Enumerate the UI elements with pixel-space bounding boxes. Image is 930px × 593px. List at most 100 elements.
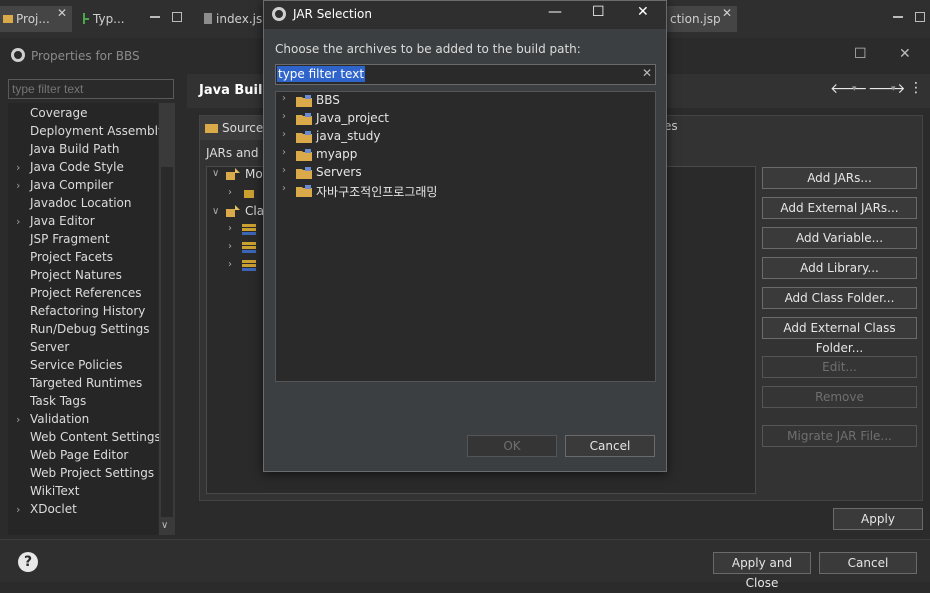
tree-item[interactable]: Task Tags [30,394,86,408]
chevron-right-icon[interactable]: › [282,129,286,140]
archive-label: BBS [316,93,340,107]
close-icon[interactable]: ✕ [57,6,67,20]
chevron-right-icon[interactable]: › [16,179,20,192]
minimize-icon[interactable] [150,12,160,22]
add-external-jars-button[interactable]: Add External JARs... [762,197,917,219]
minimize-icon[interactable] [893,12,903,22]
remove-button[interactable]: Remove [762,386,917,408]
project-folder-icon [296,185,312,197]
chevron-down-icon[interactable]: ▾ [891,84,896,94]
dialog-title: JAR Selection [293,7,372,21]
tree-item[interactable]: Coverage [30,106,88,120]
tree-item[interactable]: Web Page Editor [30,448,128,462]
apply-and-close-button[interactable]: Apply and Close [713,552,811,590]
library-icon [242,224,256,235]
window-title: Properties for BBS [31,49,140,63]
tree-item[interactable]: Project Facets [30,250,113,264]
apply-button[interactable]: Apply [833,508,923,530]
tab-index-jsp[interactable]: index.jsp [200,6,263,32]
tree-item[interactable]: Javadoc Location [30,196,131,210]
edit-button[interactable]: Edit... [762,356,917,378]
tab-type-hierarchy[interactable]: Typ... [77,6,137,32]
cancel-button[interactable]: Cancel [819,552,917,574]
tree-item[interactable]: WikiText [30,484,80,498]
folder-icon [3,15,13,23]
tree-item[interactable]: Server [30,340,69,354]
back-icon[interactable]: 🡐 [830,80,868,97]
help-icon[interactable]: ? [18,552,38,572]
jar-icon [244,190,254,198]
tree-item[interactable]: Run/Debug Settings [30,322,150,336]
chevron-down-icon[interactable]: ∨ [212,168,219,179]
tree-item[interactable]: Project References [30,286,142,300]
clear-icon[interactable]: ✕ [642,66,652,80]
folder-icon [205,124,218,133]
tree-item[interactable]: Java Editor [30,214,95,228]
add-external-class-folder-button[interactable]: Add External Class Folder... [762,317,917,355]
maximize-icon[interactable]: ☐ [592,4,605,20]
classpath-label: Cla [245,204,265,218]
chevron-right-icon[interactable]: › [228,187,232,198]
migrate-jar-button[interactable]: Migrate JAR File... [762,425,917,447]
chevron-right-icon[interactable]: › [282,165,286,176]
chevron-right-icon[interactable]: › [282,147,286,158]
close-icon[interactable]: ✕ [722,6,732,20]
archive-label: Java_project [316,111,389,125]
ok-button[interactable]: OK [467,435,557,457]
tree-item[interactable]: Web Content Settings [30,430,161,444]
chevron-down-icon[interactable]: ∨ [212,206,219,217]
tab-label: Typ... [93,12,125,26]
menu-icon[interactable]: ⋮ [909,80,923,96]
add-class-folder-button[interactable]: Add Class Folder... [762,287,917,309]
maximize-icon[interactable] [915,12,925,22]
project-folder-icon [296,131,312,143]
chevron-right-icon[interactable]: › [16,503,20,516]
project-folder-icon [296,167,312,179]
tree-item[interactable]: Project Natures [30,268,122,282]
tree-item[interactable]: Targeted Runtimes [30,376,142,390]
chevron-right-icon[interactable]: › [16,413,20,426]
tree-item[interactable]: Java Compiler [30,178,113,192]
chevron-right-icon[interactable]: › [282,111,286,122]
forward-icon[interactable]: 🡒 [868,80,906,97]
maximize-icon[interactable] [172,12,182,22]
chevron-right-icon[interactable]: › [282,93,286,104]
tree-item[interactable]: Java Build Path [30,142,119,156]
maximize-icon[interactable]: ☐ [854,46,867,62]
close-icon[interactable]: ✕ [899,46,911,62]
modulepath-label: Mo [245,167,263,181]
minimize-icon[interactable]: — [548,4,562,20]
tree-item[interactable]: Deployment Assembly [30,124,165,138]
chevron-right-icon[interactable]: › [16,215,20,228]
archive-label: 자바구조적인프로그래밍 [316,185,438,199]
add-library-button[interactable]: Add Library... [762,257,917,279]
gear-icon [272,7,286,21]
library-icon [242,260,256,271]
classpath-icon [226,205,240,217]
tree-item[interactable]: XDoclet [30,502,77,516]
project-folder-icon [296,95,312,107]
chevron-right-icon[interactable]: › [228,259,232,270]
add-jars-button[interactable]: Add JARs... [762,167,917,189]
tree-item[interactable]: Service Policies [30,358,123,372]
add-variable-button[interactable]: Add Variable... [762,227,917,249]
tree-item[interactable]: Refactoring History [30,304,145,318]
scrollbar-thumb[interactable] [161,167,173,517]
archive-label: Servers [316,165,362,179]
jars-label: JARs and c [206,146,269,160]
cancel-button[interactable]: Cancel [565,435,655,457]
chevron-right-icon[interactable]: › [228,241,232,252]
tree-item[interactable]: Java Code Style [30,160,124,174]
tree-item[interactable]: Web Project Settings [30,466,154,480]
filter-input[interactable] [8,79,174,99]
scroll-down-icon[interactable]: ∨ [161,520,168,531]
chevron-right-icon[interactable]: › [282,183,286,194]
tree-item[interactable]: Validation [30,412,89,426]
tree-item[interactable]: JSP Fragment [30,232,110,246]
chevron-down-icon[interactable]: ▾ [852,84,857,94]
chevron-right-icon[interactable]: › [16,161,20,174]
filter-text-selected[interactable]: type filter text [277,66,366,82]
chevron-right-icon[interactable]: › [228,223,232,234]
dialog-message: Choose the archives to be added to the b… [275,42,581,56]
close-icon[interactable]: ✕ [637,4,649,20]
